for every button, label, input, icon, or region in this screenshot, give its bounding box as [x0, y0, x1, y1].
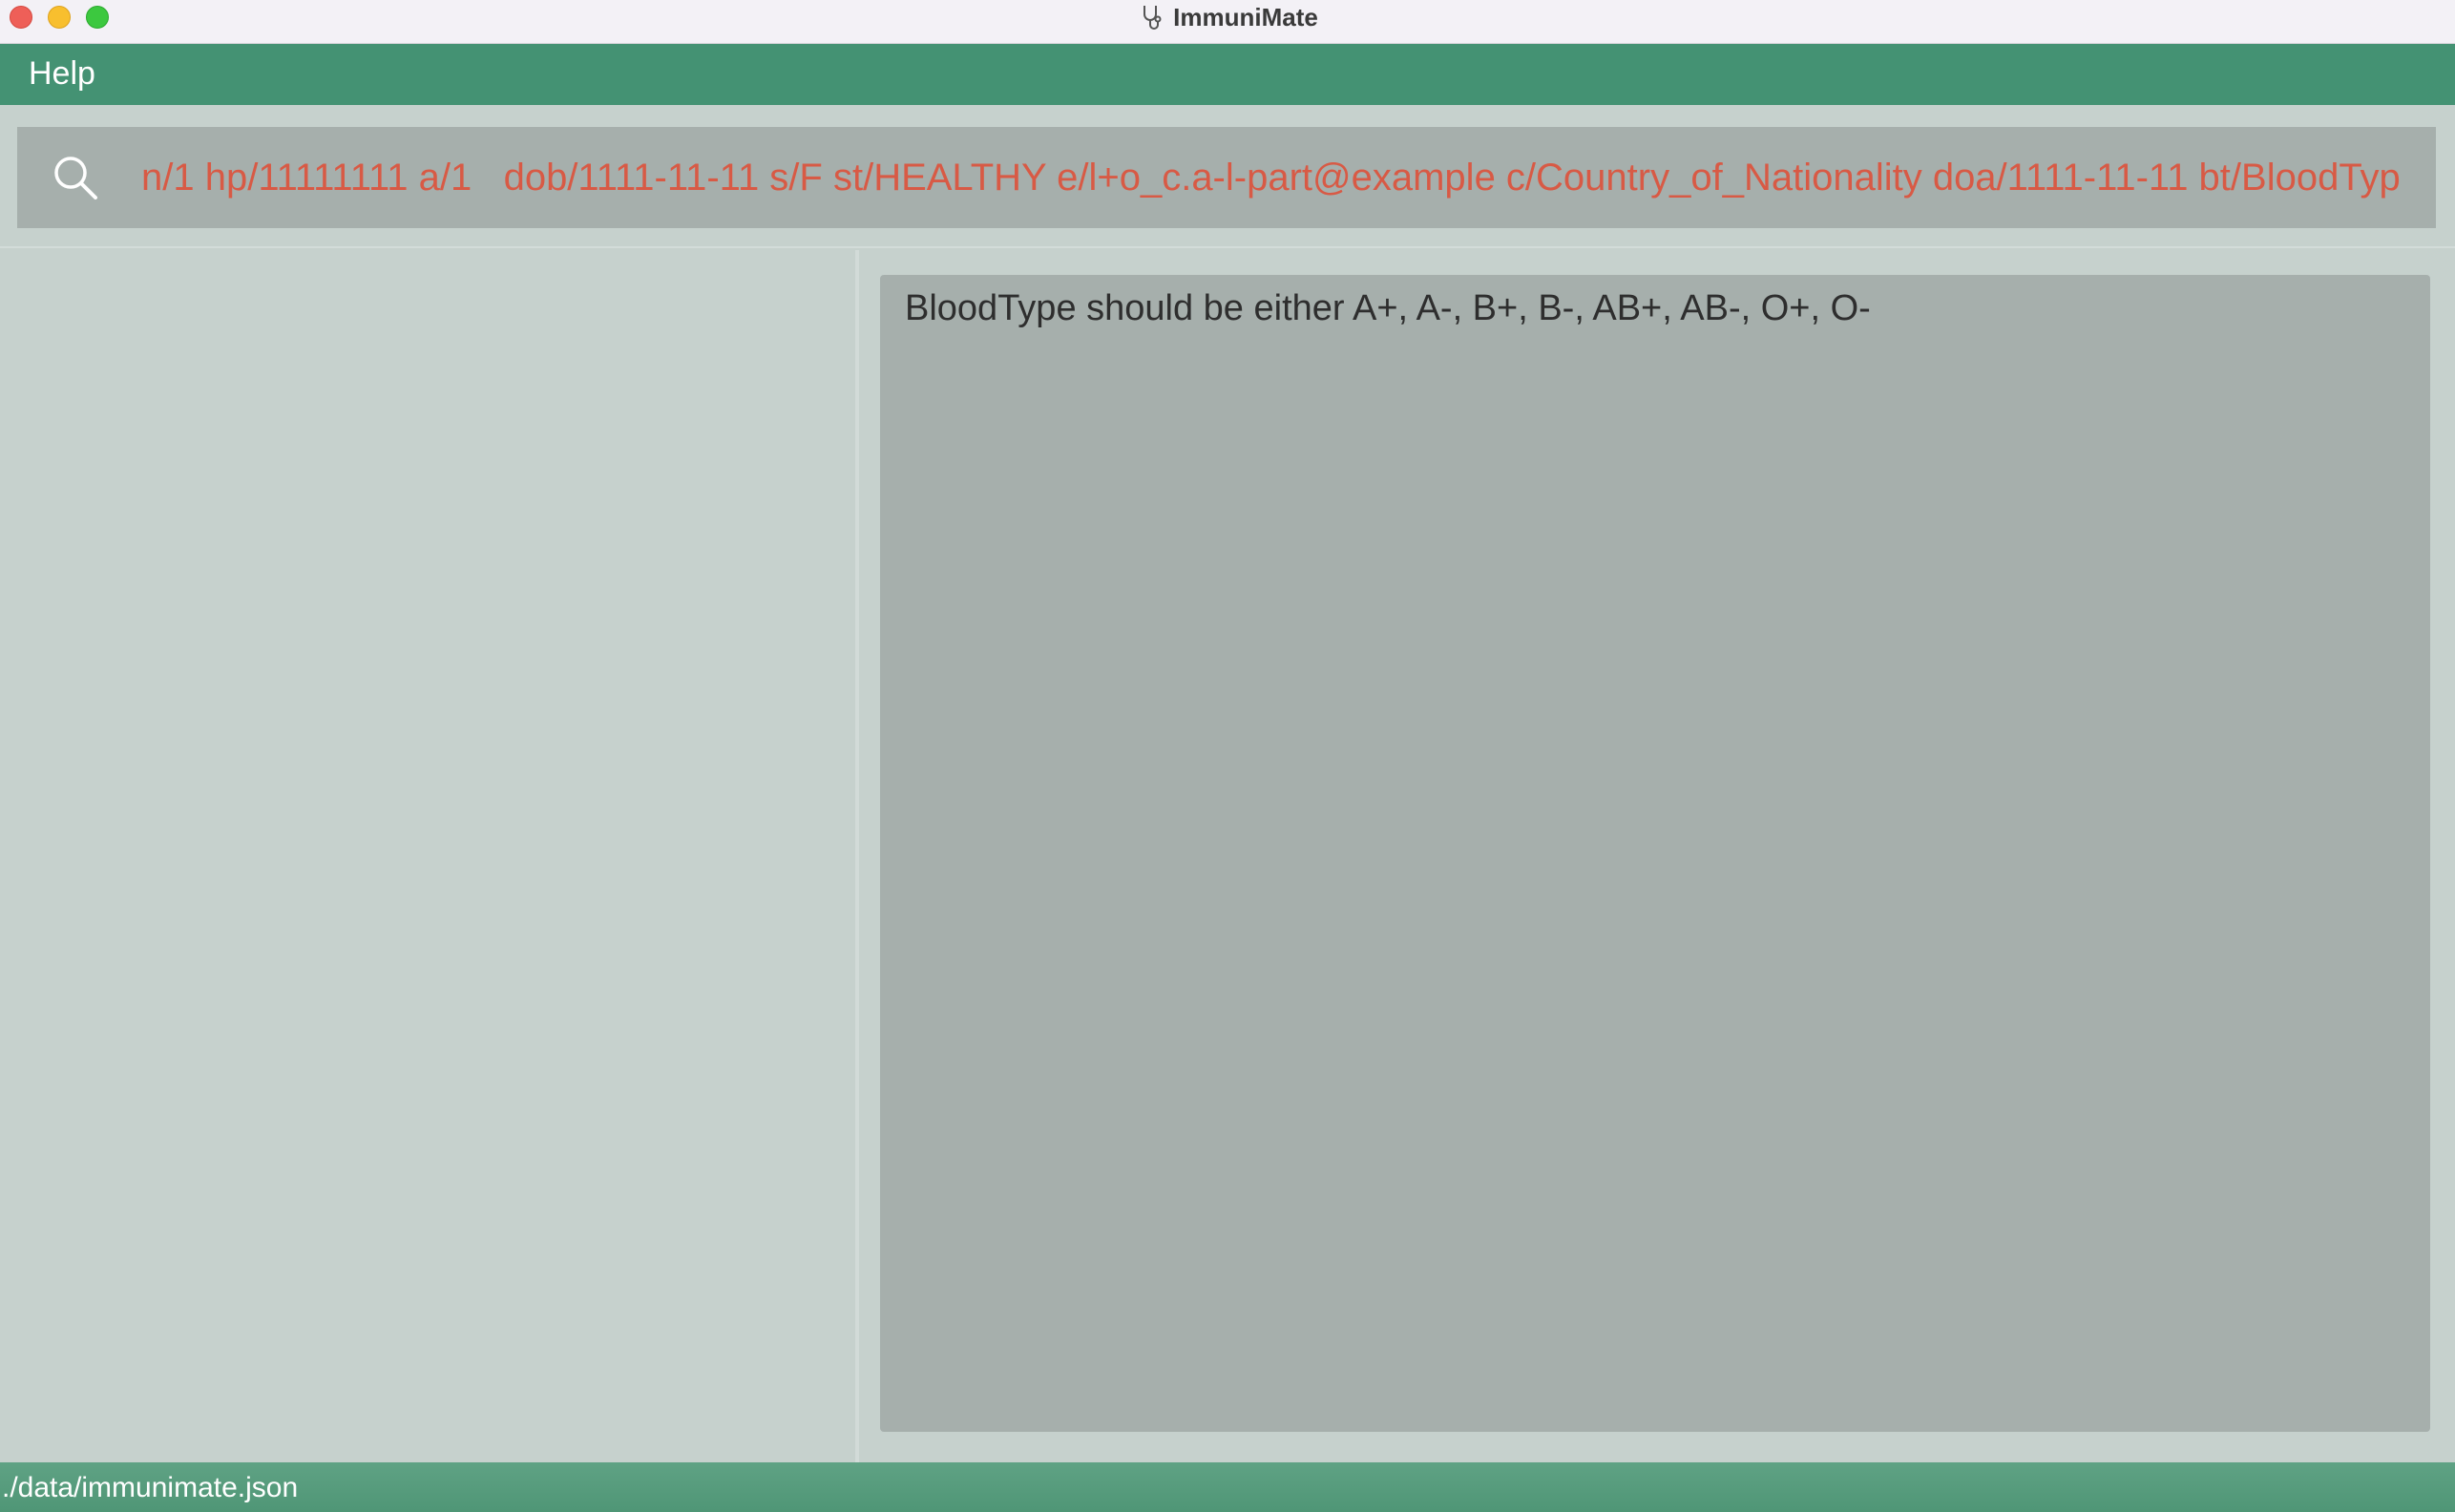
command-area [0, 105, 2455, 248]
title-bar: ImmuniMate [0, 0, 2455, 44]
window-title: ImmuniMate [1173, 2, 1318, 32]
status-file-path: ./data/immunimate.json [2, 1472, 299, 1503]
search-icon [54, 157, 97, 200]
window-title-group: ImmuniMate [0, 0, 2455, 34]
result-display-box: BloodType should be either A+, A-, B+, B… [880, 275, 2430, 1432]
menu-bar: Help [0, 44, 2455, 105]
status-bar: ./data/immunimate.json [0, 1462, 2455, 1512]
person-list-panel [0, 250, 855, 1462]
result-panel: BloodType should be either A+, A-, B+, B… [859, 250, 2455, 1462]
result-message: BloodType should be either A+, A-, B+, B… [905, 288, 1871, 328]
command-box [17, 127, 2436, 228]
stethoscope-icon [1144, 6, 1162, 30]
menu-item-help[interactable]: Help [29, 55, 95, 93]
command-input[interactable] [124, 127, 2405, 228]
